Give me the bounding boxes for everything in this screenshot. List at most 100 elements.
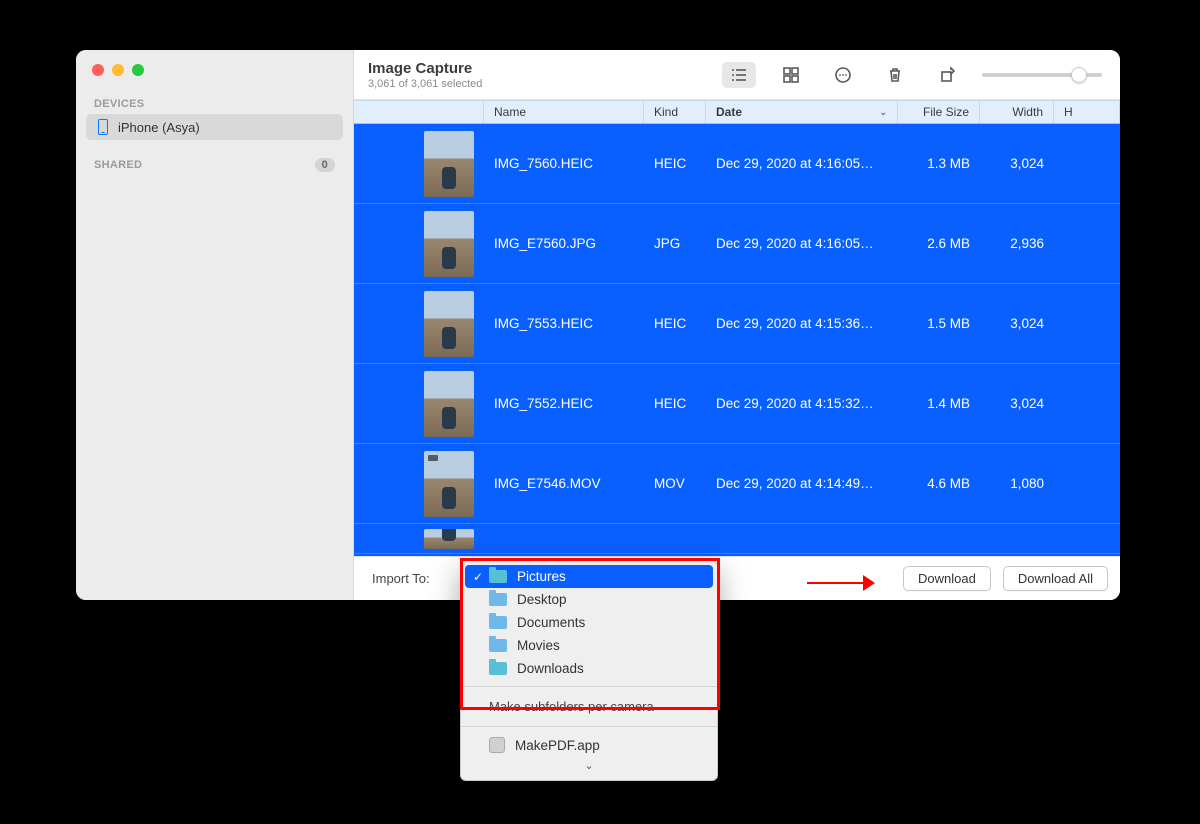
folder-icon — [489, 639, 507, 652]
cell-kind: HEIC — [644, 156, 706, 171]
rotate-icon — [938, 66, 956, 84]
dropdown-item-makepdf[interactable]: MakePDF.app — [461, 733, 717, 757]
dropdown-more-chevron[interactable]: ⌄ — [461, 757, 717, 776]
thumbnail-icon — [424, 371, 474, 437]
table-row[interactable]: IMG_7552.HEIC HEIC Dec 29, 2020 at 4:15:… — [354, 364, 1120, 444]
image-capture-window: DEVICES iPhone (Asya) SHARED 0 Image Cap… — [76, 50, 1120, 600]
cell-date: Dec 29, 2020 at 4:14:49… — [706, 476, 898, 491]
cell-kind: HEIC — [644, 316, 706, 331]
cell-kind: HEIC — [644, 396, 706, 411]
cell-date: Dec 29, 2020 at 4:16:05… — [706, 156, 898, 171]
cell-width: 3,024 — [980, 156, 1054, 171]
dropdown-item-label: Documents — [517, 615, 585, 630]
cell-date: Dec 29, 2020 at 4:15:36… — [706, 316, 898, 331]
cell-kind: MOV — [644, 476, 706, 491]
phone-icon — [98, 119, 108, 135]
cell-name: IMG_7553.HEIC — [484, 316, 644, 331]
table-row[interactable]: IMG_7553.HEIC HEIC Dec 29, 2020 at 4:15:… — [354, 284, 1120, 364]
table-row[interactable]: IMG_E7546.MOV MOV Dec 29, 2020 at 4:14:4… — [354, 444, 1120, 524]
trash-icon — [886, 66, 904, 84]
main-panel: Image Capture 3,061 of 3,061 selected — [354, 50, 1120, 600]
window-controls — [76, 64, 353, 92]
slider-knob[interactable] — [1071, 67, 1087, 83]
sidebar: DEVICES iPhone (Asya) SHARED 0 — [76, 50, 354, 600]
cell-width: 3,024 — [980, 316, 1054, 331]
dropdown-item-pictures[interactable]: ✓ Pictures — [465, 565, 713, 588]
folder-icon — [489, 616, 507, 629]
zoom-slider[interactable] — [982, 73, 1102, 77]
column-kind[interactable]: Kind — [644, 101, 706, 123]
cell-size: 1.4 MB — [898, 396, 980, 411]
thumbnail-icon — [424, 529, 474, 549]
sidebar-section-devices: DEVICES — [76, 92, 353, 114]
import-to-label: Import To: — [372, 571, 430, 586]
cell-size: 1.5 MB — [898, 316, 980, 331]
maximize-button[interactable] — [132, 64, 144, 76]
cell-size: 1.3 MB — [898, 156, 980, 171]
thumbnail-icon — [424, 291, 474, 357]
delete-button[interactable] — [878, 62, 912, 88]
column-name[interactable]: Name — [484, 101, 644, 123]
cell-name: IMG_7560.HEIC — [484, 156, 644, 171]
minimize-button[interactable] — [112, 64, 124, 76]
dropdown-separator — [461, 726, 717, 727]
cell-width: 1,080 — [980, 476, 1054, 491]
selection-count: 3,061 of 3,061 selected — [368, 78, 482, 90]
dropdown-separator — [461, 686, 717, 687]
dropdown-item-documents[interactable]: Documents — [461, 611, 717, 634]
ellipsis-icon — [834, 66, 852, 84]
sidebar-section-label: SHARED — [94, 159, 142, 171]
dropdown-item-desktop[interactable]: Desktop — [461, 588, 717, 611]
table-header: Name Kind Date⌄ File Size Width H — [354, 100, 1120, 124]
sidebar-item-iphone[interactable]: iPhone (Asya) — [86, 114, 343, 140]
more-button[interactable] — [826, 62, 860, 88]
dropdown-item-label: Downloads — [517, 661, 584, 676]
column-width[interactable]: Width — [980, 101, 1054, 123]
toolbar: Image Capture 3,061 of 3,061 selected — [354, 50, 1120, 100]
cell-width: 2,936 — [980, 236, 1054, 251]
cell-size: 2.6 MB — [898, 236, 980, 251]
close-button[interactable] — [92, 64, 104, 76]
table-row[interactable]: IMG_E7560.JPG JPG Dec 29, 2020 at 4:16:0… — [354, 204, 1120, 284]
dropdown-item-label: Movies — [517, 638, 560, 653]
cell-date: Dec 29, 2020 at 4:16:05… — [706, 236, 898, 251]
grid-icon — [782, 66, 800, 84]
grid-view-button[interactable] — [774, 62, 808, 88]
shared-count-badge: 0 — [315, 158, 335, 172]
sidebar-section-shared: SHARED 0 — [76, 152, 353, 176]
rotate-button[interactable] — [930, 62, 964, 88]
folder-icon — [489, 662, 507, 675]
download-button[interactable]: Download — [903, 566, 991, 591]
cell-size: 4.6 MB — [898, 476, 980, 491]
folder-icon — [489, 570, 507, 583]
cell-width: 3,024 — [980, 396, 1054, 411]
dropdown-subfolders-option[interactable]: Make subfolders per camera — [461, 693, 717, 720]
cell-date: Dec 29, 2020 at 4:15:32… — [706, 396, 898, 411]
checkmark-icon: ✓ — [473, 570, 483, 584]
dropdown-item-downloads[interactable]: Downloads — [461, 657, 717, 680]
app-title: Image Capture — [368, 60, 482, 78]
cell-kind: JPG — [644, 236, 706, 251]
list-view-button[interactable] — [722, 62, 756, 88]
table-row[interactable]: IMG_7560.HEIC HEIC Dec 29, 2020 at 4:16:… — [354, 124, 1120, 204]
column-date[interactable]: Date⌄ — [706, 101, 898, 123]
cell-name: IMG_7552.HEIC — [484, 396, 644, 411]
cell-name: IMG_E7546.MOV — [484, 476, 644, 491]
dropdown-item-label: MakePDF.app — [515, 738, 600, 753]
sort-descending-icon: ⌄ — [879, 107, 887, 118]
thumbnail-icon — [424, 211, 474, 277]
table-row[interactable] — [354, 524, 1120, 554]
column-height[interactable]: H — [1054, 101, 1120, 123]
cell-name: IMG_E7560.JPG — [484, 236, 644, 251]
app-icon — [489, 737, 505, 753]
sidebar-item-label: iPhone (Asya) — [118, 120, 200, 135]
dropdown-item-movies[interactable]: Movies — [461, 634, 717, 657]
dropdown-item-label: Desktop — [517, 592, 567, 607]
download-all-button[interactable]: Download All — [1003, 566, 1108, 591]
dropdown-item-label: Pictures — [517, 569, 566, 584]
column-thumbnail[interactable] — [354, 101, 484, 123]
import-to-dropdown[interactable]: ✓ Pictures Desktop Documents Movies Down… — [460, 560, 718, 781]
folder-icon — [489, 593, 507, 606]
column-file-size[interactable]: File Size — [898, 101, 980, 123]
file-list: IMG_7560.HEIC HEIC Dec 29, 2020 at 4:16:… — [354, 124, 1120, 556]
